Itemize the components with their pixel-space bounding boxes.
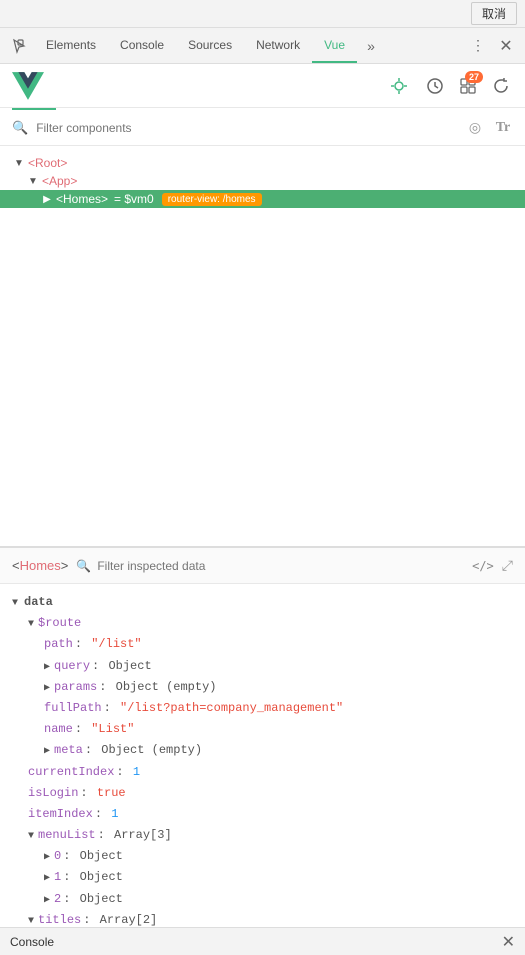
data-menu-list-header[interactable]: ▼ menuList : Array[3] <box>12 825 513 846</box>
console-label: Console <box>10 935 54 949</box>
vuex-badge: 27 <box>465 71 483 83</box>
tree-item-root[interactable]: ▼ <Root> <box>0 154 525 172</box>
cursor-icon[interactable] <box>4 28 34 63</box>
filter-components-input[interactable] <box>36 121 457 135</box>
vue-logo <box>12 70 44 102</box>
data-params[interactable]: ▶ params : Object (empty) <box>12 677 513 698</box>
data-path: path : "/list" <box>12 634 513 655</box>
console-bar: Console ✕ <box>0 927 525 955</box>
data-current-index: currentIndex : 1 <box>12 762 513 783</box>
data-section-header[interactable]: ▼ data <box>12 592 513 613</box>
inspect-actions: </> ⤢ <box>472 557 513 574</box>
menu-icon[interactable]: ⋮ <box>467 35 489 57</box>
devtools-tabs: Elements Console Sources Network Vue » ⋮… <box>0 28 525 64</box>
tab-actions: ⋮ ✕ <box>467 35 521 57</box>
refresh-icon[interactable] <box>489 74 513 98</box>
data-name-field: name : "List" <box>12 719 513 740</box>
tree-item-homes[interactable]: ▶ <Homes> = $vm0 router-view: /homes <box>0 190 525 208</box>
tree-tag-app: <App> <box>42 174 77 188</box>
inspect-panel: <Homes> 🔍 </> ⤢ ▼ data ▼ $route <box>0 547 525 927</box>
data-menu-1[interactable]: ▶ 1 : Object <box>12 867 513 888</box>
history-icon[interactable] <box>423 74 447 98</box>
filter-text-icon[interactable]: Tr <box>493 118 513 138</box>
tab-elements[interactable]: Elements <box>34 28 108 63</box>
inspect-filter: 🔍 <box>76 559 464 573</box>
tree-arrow-app[interactable]: ▼ <box>26 174 40 188</box>
data-titles-header[interactable]: ▼ titles : Array[2] <box>12 910 513 927</box>
data-item-index: itemIndex : 1 <box>12 804 513 825</box>
console-close-button[interactable]: ✕ <box>502 932 515 952</box>
tree-item-app[interactable]: ▼ <App> <box>0 172 525 190</box>
vm-label: = $vm0 <box>114 192 154 206</box>
cancel-button[interactable]: 取消 <box>471 2 517 25</box>
component-tree: ▼ <Root> ▼ <App> ▶ <Homes> = $vm0 router… <box>0 146 525 546</box>
vue-toolbar: 27 <box>0 64 525 108</box>
inspect-code-icon[interactable]: </> <box>472 559 494 573</box>
filter-circle-icon[interactable]: ◎ <box>465 118 485 138</box>
data-fullpath: fullPath : "/list?path=company_managemen… <box>12 698 513 719</box>
vue-toolbar-icons: 27 <box>387 74 513 98</box>
inspect-component-name: <Homes> <box>12 558 68 573</box>
router-badge: router-view: /homes <box>162 193 262 206</box>
inspect-open-icon[interactable]: ⤢ <box>502 557 513 574</box>
top-bar: 取消 <box>0 0 525 28</box>
data-menu-2[interactable]: ▶ 2 : Object <box>12 889 513 910</box>
tree-tag-homes: <Homes> <box>56 192 108 206</box>
component-selector-icon[interactable] <box>387 74 411 98</box>
filter-actions: ◎ Tr <box>465 118 513 138</box>
vuex-icon[interactable]: 27 <box>459 77 477 95</box>
tab-sources[interactable]: Sources <box>176 28 244 63</box>
close-devtools-button[interactable]: ✕ <box>495 35 517 57</box>
filter-bar: 🔍 ◎ Tr <box>0 110 525 146</box>
tab-console[interactable]: Console <box>108 28 176 63</box>
vue-panel: 27 🔍 ◎ Tr ▼ <Root> ▼ <App> <box>0 64 525 927</box>
data-is-login: isLogin : true <box>12 783 513 804</box>
data-tree: ▼ data ▼ $route path : "/list" ▶ query :… <box>0 584 525 927</box>
filter-search-icon: 🔍 <box>12 120 28 136</box>
data-query[interactable]: ▶ query : Object <box>12 656 513 677</box>
inspect-search-icon: 🔍 <box>76 559 91 573</box>
tab-vue[interactable]: Vue <box>312 28 357 63</box>
data-menu-0[interactable]: ▶ 0 : Object <box>12 846 513 867</box>
inspect-header: <Homes> 🔍 </> ⤢ <box>0 548 525 584</box>
tab-network[interactable]: Network <box>244 28 312 63</box>
tree-arrow-root[interactable]: ▼ <box>12 156 26 170</box>
tree-tag-root: <Root> <box>28 156 67 170</box>
data-meta[interactable]: ▶ meta : Object (empty) <box>12 740 513 761</box>
tree-arrow-homes[interactable]: ▶ <box>40 192 54 206</box>
inspect-filter-input[interactable] <box>97 559 464 573</box>
more-tabs-icon[interactable]: » <box>359 28 383 63</box>
data-route-header[interactable]: ▼ $route <box>12 613 513 634</box>
